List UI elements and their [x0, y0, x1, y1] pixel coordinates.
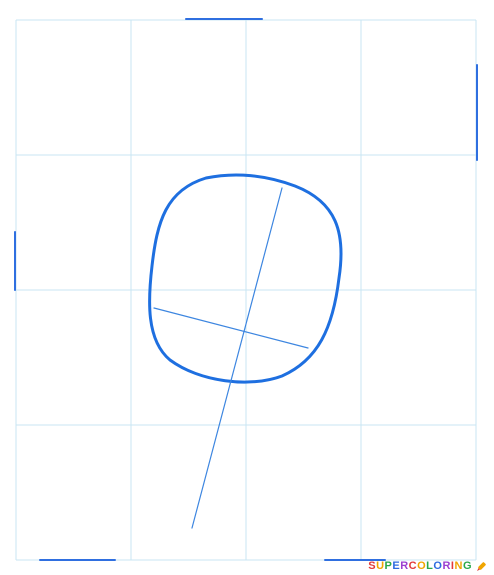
watermark-text: SUPERCOLORING — [368, 560, 472, 572]
vertical-guide-line — [191, 187, 283, 529]
watermark: SUPERCOLORING — [368, 560, 488, 572]
head-outline — [148, 173, 343, 384]
pencil-icon — [477, 562, 486, 571]
horizontal-guide-line — [153, 307, 309, 349]
drawing-canvas — [14, 18, 478, 561]
